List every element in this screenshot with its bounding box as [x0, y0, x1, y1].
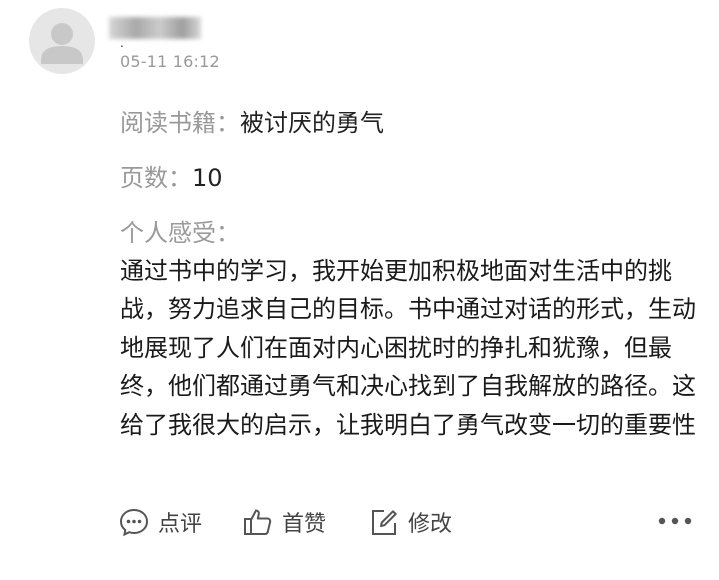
thumbs-up-icon [244, 509, 272, 535]
edit-icon [372, 510, 397, 535]
book-line: 阅读书籍：被讨厌的勇气 [120, 103, 384, 138]
feeling-text: 通过书中的学习，我开始更加积极地面对生活中的挑战，努力追求自己的目标。书中通过对… [120, 257, 696, 439]
comment-label: 点评 [158, 512, 203, 537]
pages-label: 页数： [120, 164, 192, 192]
edit-label: 修改 [408, 512, 453, 537]
user-placeholder-icon [41, 23, 83, 64]
book-title: 被讨厌的勇气 [240, 109, 384, 137]
more-button[interactable] [657, 512, 693, 530]
post-time: 05-11 16:12 [120, 52, 220, 71]
action-bar: 点评 首赞 修改 [0, 500, 719, 544]
comment-icon [119, 508, 149, 537]
feeling-label: 个人感受： [120, 219, 240, 247]
book-label: 阅读书籍： [120, 109, 240, 137]
more-icon [658, 517, 692, 525]
avatar[interactable] [29, 8, 95, 74]
pages-line: 页数：10 [120, 158, 223, 193]
pages-value: 10 [192, 164, 223, 192]
edit-button[interactable]: 修改 [368, 504, 452, 540]
comment-button[interactable]: 点评 [118, 504, 202, 540]
like-button[interactable]: 首赞 [242, 504, 326, 540]
like-label: 首赞 [282, 512, 327, 537]
username: . [120, 36, 124, 50]
